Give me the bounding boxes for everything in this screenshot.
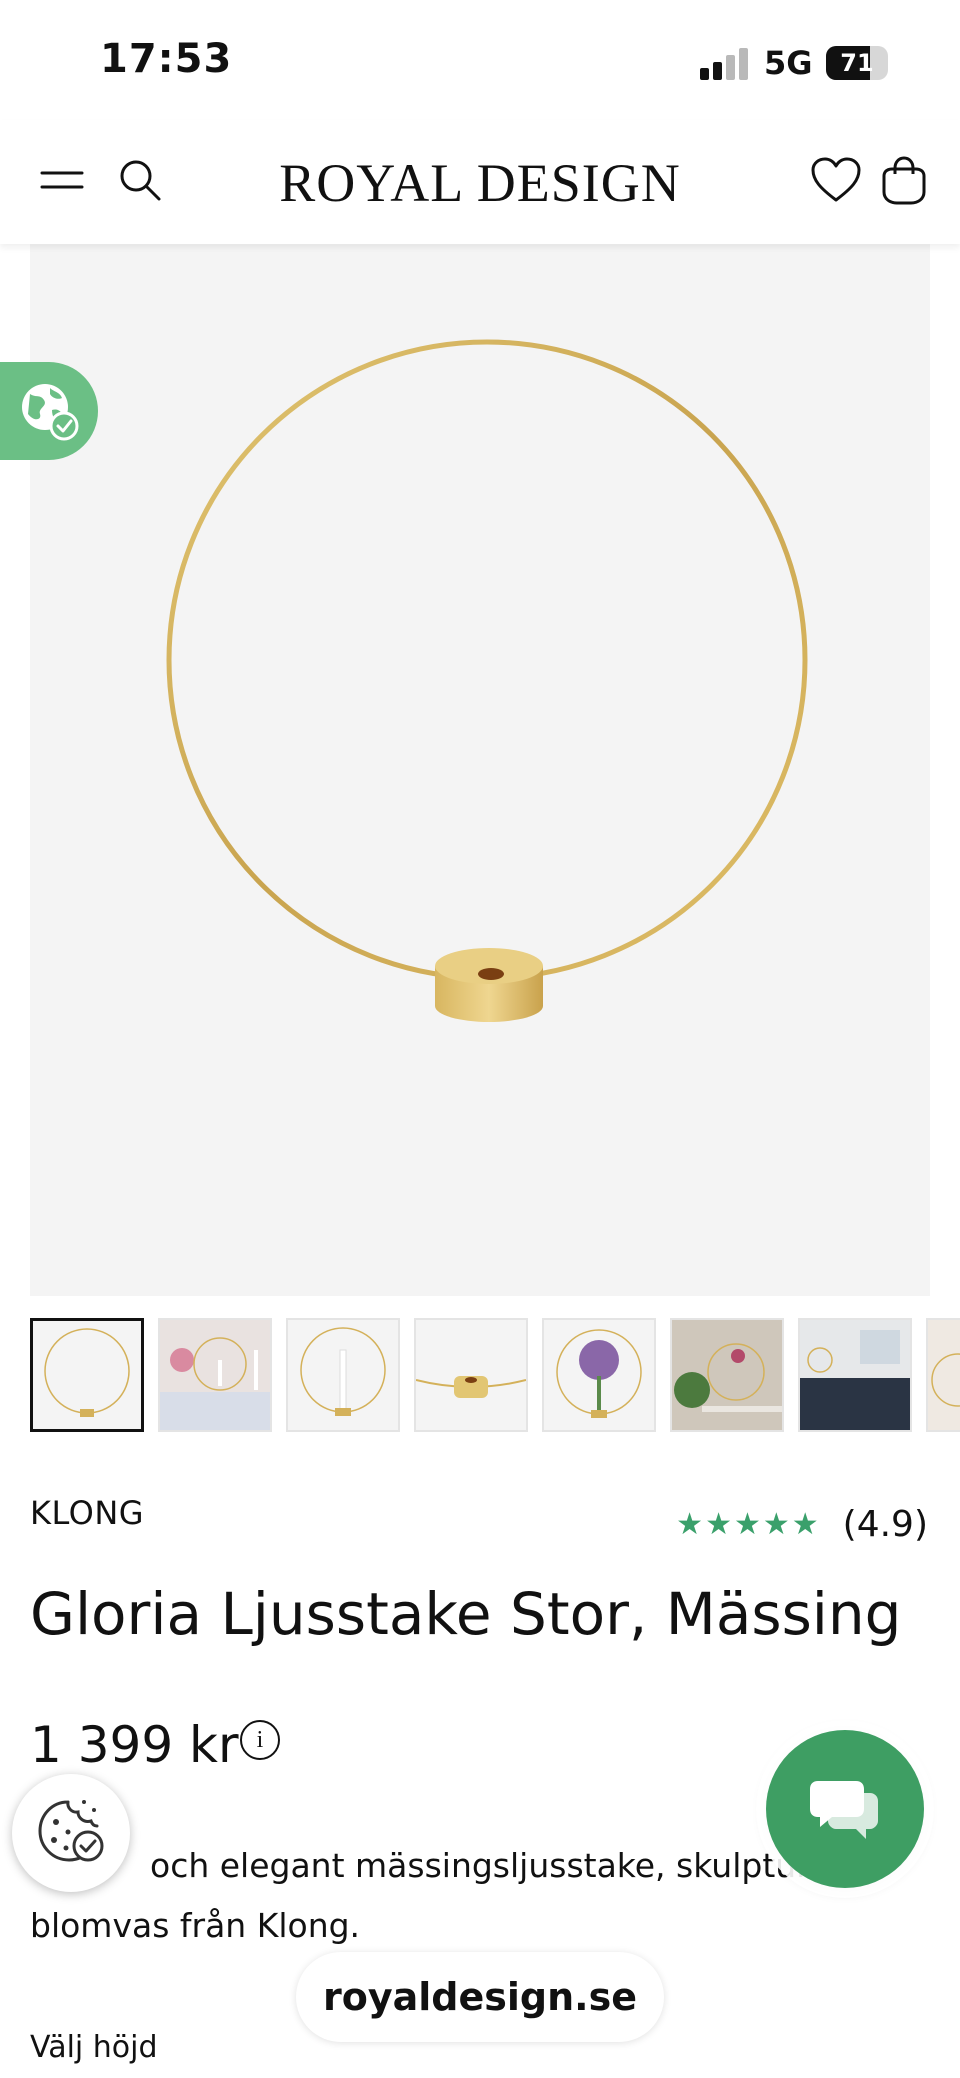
product-main-image[interactable] xyxy=(30,244,930,1296)
product-rating[interactable]: ★★★★★ (4.9) xyxy=(676,1504,928,1545)
thumbnail-3[interactable] xyxy=(286,1318,400,1432)
globe-check-icon xyxy=(22,384,79,441)
browser-url-bar[interactable]: royaldesign.se xyxy=(296,1952,664,2042)
candle-holder-illustration xyxy=(166,339,808,1022)
battery-level: 71 xyxy=(840,49,874,77)
network-type: 5G xyxy=(764,44,813,82)
product-title: Gloria Ljusstake Stor, Mässing xyxy=(30,1580,902,1648)
cellular-signal-icon xyxy=(700,46,752,80)
price-info-icon[interactable]: i xyxy=(240,1720,280,1760)
status-time: 17:53 xyxy=(100,36,233,82)
status-bar: 17:53 5G 71 xyxy=(0,0,960,120)
cookie-icon xyxy=(38,1800,104,1862)
thumbnail-1[interactable] xyxy=(30,1318,144,1432)
site-header: ROYAL DESIGN xyxy=(0,120,960,244)
thumbnail-7[interactable] xyxy=(798,1318,912,1432)
chat-button[interactable] xyxy=(766,1730,924,1888)
battery-icon: 71 xyxy=(826,46,888,80)
sustainability-badge[interactable] xyxy=(0,362,98,460)
product-price: 1 399 kr xyxy=(30,1716,239,1774)
chat-bubbles-icon xyxy=(810,1781,878,1839)
product-brand[interactable]: KLONG xyxy=(30,1494,144,1532)
thumbnail-5[interactable] xyxy=(542,1318,656,1432)
shopping-bag-icon[interactable] xyxy=(874,150,934,210)
thumbnail-2[interactable] xyxy=(158,1318,272,1432)
cookie-settings-button[interactable] xyxy=(12,1774,130,1892)
rating-value: (4.9) xyxy=(842,1504,928,1545)
thumbnail-8[interactable] xyxy=(926,1318,960,1432)
thumbnail-4[interactable] xyxy=(414,1318,528,1432)
thumbnail-strip[interactable] xyxy=(30,1318,960,1436)
height-selector-label: Välj höjd xyxy=(30,2030,158,2065)
description-line-2: blomvas från Klong. xyxy=(30,1906,361,1945)
rating-stars: ★★★★★ xyxy=(676,1507,821,1542)
thumbnail-6[interactable] xyxy=(670,1318,784,1432)
wishlist-heart-icon[interactable] xyxy=(806,150,866,210)
